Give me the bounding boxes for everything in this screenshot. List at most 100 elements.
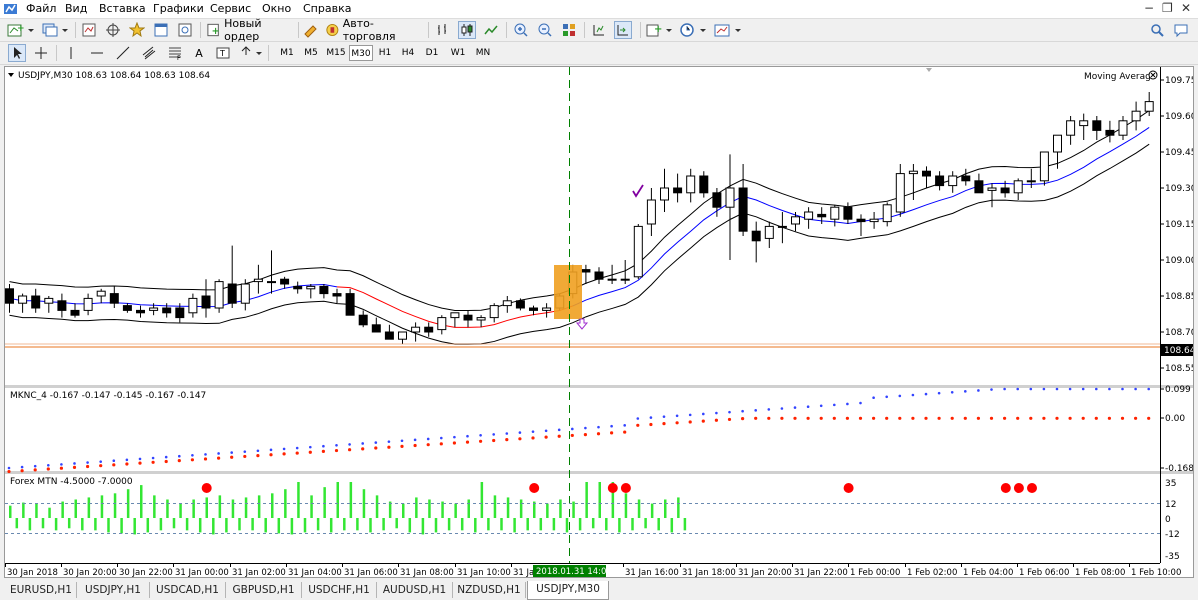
chart-shift-button[interactable]: [590, 21, 608, 39]
new-chart-button[interactable]: +: [6, 21, 36, 39]
tab-nzdusd-h1[interactable]: NZDUSD,H1: [453, 582, 526, 598]
mknc-blue-dot: [964, 390, 967, 393]
candle-body: [948, 175, 958, 187]
chart-window[interactable]: 109.75 109.60 109.45 109.30 109.15 109.00 108.…: [4, 66, 1197, 578]
text-label-button[interactable]: T: [214, 44, 232, 62]
mtn-bar: [572, 501, 575, 518]
navigator-button[interactable]: [128, 21, 146, 39]
minimize-icon[interactable]: −: [1144, 1, 1154, 15]
line-chart-button[interactable]: [482, 21, 500, 39]
fibonacci-button[interactable]: F: [166, 44, 184, 62]
mknc-red-dot: [46, 467, 50, 471]
timeframe-h4[interactable]: H4: [398, 45, 418, 61]
timeframe-m15[interactable]: M15: [324, 45, 348, 61]
chart-canvas[interactable]: 109.75 109.60 109.45 109.30 109.15 109.00 108.…: [5, 67, 1197, 578]
mknc-blue-dot: [295, 446, 299, 450]
menu-help[interactable]: Справка: [303, 2, 351, 15]
vertical-line-button[interactable]: [62, 44, 80, 62]
timeframe-mn[interactable]: MN: [472, 45, 494, 61]
mtn-bar: [35, 503, 38, 518]
restore-icon[interactable]: ❐: [1162, 1, 1173, 15]
chart-shift-marker-icon[interactable]: [926, 68, 932, 72]
arrows-button[interactable]: [238, 44, 264, 62]
menu-view[interactable]: Вид: [65, 2, 87, 15]
tab-usdchf-h1[interactable]: USDCHF,H1: [302, 582, 377, 598]
indicators-button[interactable]: +: [645, 21, 675, 39]
tab-audusd-h1[interactable]: AUDUSD,H1: [377, 582, 453, 598]
timeframe-h1[interactable]: H1: [375, 45, 395, 61]
timeframe-d1[interactable]: D1: [422, 45, 442, 61]
mknc-blue-dot: [571, 427, 574, 431]
text-tool-button[interactable]: A: [190, 44, 208, 62]
mtn-bar: [664, 499, 667, 518]
tab-usdjpy-m30[interactable]: USDJPY,M30: [527, 581, 609, 600]
templates-button[interactable]: [713, 21, 743, 39]
timeframe-m30[interactable]: M30: [349, 45, 373, 61]
equidistant-channel-button[interactable]: [140, 44, 158, 62]
trendline-icon: [116, 46, 130, 60]
candlestick-button[interactable]: [458, 21, 476, 39]
indicator-close-icon[interactable]: [1148, 70, 1158, 80]
horizontal-line-button[interactable]: [88, 44, 106, 62]
timeframe-m1[interactable]: M1: [276, 45, 298, 61]
tile-windows-button[interactable]: [560, 21, 578, 39]
data-window-button[interactable]: [104, 21, 122, 39]
periods-button[interactable]: [679, 21, 709, 39]
autotrading-button[interactable]: Авто-торговля: [325, 17, 420, 43]
mtn-bar: [467, 499, 470, 518]
menu-tools[interactable]: Сервис: [210, 2, 251, 15]
timeframe-m5[interactable]: M5: [300, 45, 322, 61]
pane-separator[interactable]: [5, 385, 1193, 388]
tab-usdjpy-h1[interactable]: USDJPY,H1: [77, 582, 150, 598]
mknc-red-dot: [308, 450, 312, 454]
menu-file[interactable]: Файл: [26, 2, 56, 15]
mknc-blue-dot: [636, 417, 640, 420]
pane-separator[interactable]: [5, 471, 1193, 474]
tab-eurusd-h1[interactable]: EURUSD,H1: [6, 582, 77, 598]
mtn-bar: [349, 482, 353, 518]
new-order-icon: +: [207, 23, 220, 37]
search-button[interactable]: [1148, 21, 1166, 39]
mtn-bar: [192, 499, 195, 518]
trendline-button[interactable]: [114, 44, 132, 62]
time-tick-label: 31 Jan 16:00: [625, 568, 679, 577]
autotrading-icon: [326, 24, 339, 36]
bar-chart-button[interactable]: [434, 21, 452, 39]
mknc-red-dot: [780, 416, 784, 420]
zoom-out-button[interactable]: [536, 21, 554, 39]
mknc-blue-dot: [898, 394, 902, 398]
mknc-blue-dot: [374, 441, 378, 444]
candle-body: [332, 293, 342, 297]
new-order-button[interactable]: + Новый ордер: [206, 17, 296, 43]
terminal-icon: [154, 23, 168, 37]
cursor-button[interactable]: [8, 44, 26, 62]
menu-insert[interactable]: Вставка: [99, 2, 146, 15]
mtn-bar: [74, 499, 77, 518]
autoscroll-button[interactable]: [614, 21, 632, 39]
close-icon[interactable]: ✕: [1181, 1, 1191, 15]
mtn-bar: [87, 497, 91, 518]
mknc-blue-dot: [597, 425, 600, 429]
one-click-trading-button[interactable]: [302, 21, 320, 39]
tab-usdcad-h1[interactable]: USDCAD,H1: [150, 582, 226, 598]
market-watch-button[interactable]: [80, 21, 98, 39]
mtn-bar: [271, 493, 274, 518]
candle-body: [791, 216, 800, 225]
mknc-blue-dot: [1147, 387, 1150, 391]
mtn-signal-dot: [529, 483, 540, 493]
tab-gbpusd-h1[interactable]: GBPUSD,H1: [226, 582, 302, 598]
crosshair-button[interactable]: [32, 44, 50, 62]
time-tick-label: 1 Feb 02:00: [907, 568, 957, 577]
zoom-out-icon: [538, 23, 552, 37]
strategy-tester-button[interactable]: [176, 21, 194, 39]
zoom-in-button[interactable]: [512, 21, 530, 39]
menu-charts[interactable]: Графики: [153, 2, 204, 15]
mknc-red-dot: [452, 441, 456, 445]
chat-button[interactable]: [1172, 21, 1190, 39]
profiles-button[interactable]: [40, 21, 70, 39]
terminal-button[interactable]: [152, 21, 170, 39]
menu-window[interactable]: Окно: [262, 2, 291, 15]
timeframe-w1[interactable]: W1: [447, 45, 469, 61]
chart-menu-triangle-icon[interactable]: [8, 73, 14, 77]
mtn-bar: [585, 482, 588, 518]
